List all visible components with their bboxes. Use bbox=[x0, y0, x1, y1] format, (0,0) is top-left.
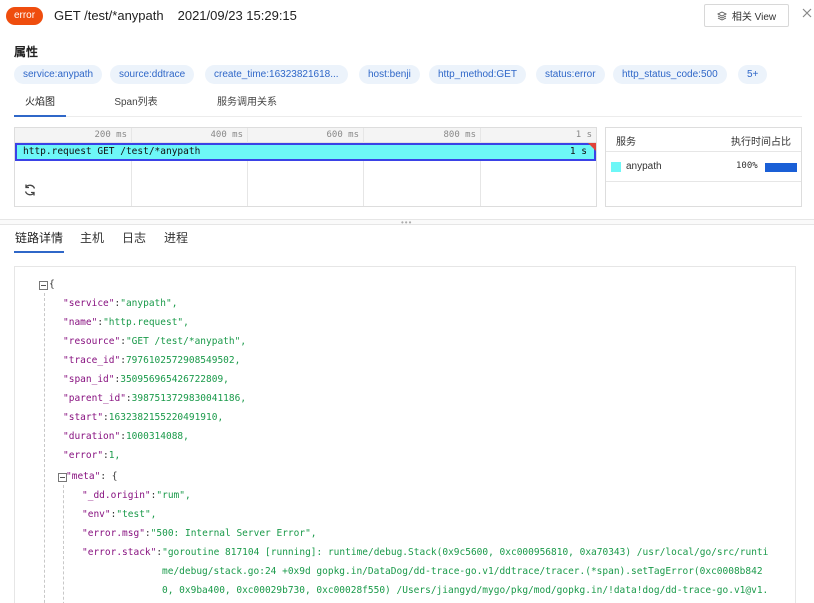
service-row[interactable]: anypath 100% bbox=[606, 152, 801, 182]
json-line: "duration":1000314088, bbox=[63, 431, 189, 442]
json-stack-continuation: 0, 0x9ba400, 0xc00029b730, 0xc00028f550)… bbox=[162, 585, 769, 596]
service-ratio-bar bbox=[765, 163, 797, 172]
error-marker-icon bbox=[588, 143, 596, 151]
col-service: 服务 bbox=[616, 137, 636, 148]
json-line: "name":"http.request", bbox=[63, 317, 189, 328]
json-line: "trace_id":7976102572908549502, bbox=[63, 355, 241, 366]
panel-resize-handle[interactable]: ••• bbox=[0, 218, 814, 227]
json-line: "error":1, bbox=[63, 450, 121, 461]
grip-icon: ••• bbox=[401, 218, 413, 227]
collapse-icon[interactable] bbox=[39, 281, 48, 290]
span-bar-label: http.request GET /test/*anypath bbox=[23, 146, 201, 157]
tab-span-list[interactable]: Span列表 bbox=[106, 91, 166, 117]
tab-trace-detail[interactable]: 链路详情 bbox=[14, 226, 64, 253]
service-table-header: 服务 执行时间占比 bbox=[606, 128, 801, 152]
tag-http-status-code[interactable]: http_status_code:500 bbox=[613, 65, 727, 84]
tag-http-method[interactable]: http_method:GET bbox=[429, 65, 526, 84]
status-badge: error bbox=[6, 7, 43, 25]
attributes-heading: 属性 bbox=[14, 45, 39, 59]
tab-flame-graph[interactable]: 火焰图 bbox=[14, 91, 66, 117]
json-line: "span_id":350956965426722809, bbox=[63, 374, 229, 385]
view-tabs: 火焰图 Span列表 服务调用关系 bbox=[14, 91, 802, 117]
json-line: "parent_id":3987513729830041186, bbox=[63, 393, 247, 404]
axis-tick: 400 ms bbox=[210, 130, 243, 140]
tag-source[interactable]: source:ddtrace bbox=[110, 65, 195, 84]
tab-logs[interactable]: 日志 bbox=[122, 226, 146, 253]
close-icon[interactable] bbox=[801, 7, 813, 19]
service-name: anypath bbox=[626, 161, 662, 172]
json-line: "start":1632382155220491910, bbox=[63, 412, 224, 423]
tag-more[interactable]: 5+ bbox=[738, 65, 768, 84]
tag-status[interactable]: status:error bbox=[536, 65, 605, 84]
json-line: "resource":"GET /test/*anypath", bbox=[63, 336, 247, 347]
tab-service-map[interactable]: 服务调用关系 bbox=[208, 91, 286, 117]
detail-tabs: 链路详情 主机 日志 进程 bbox=[0, 226, 814, 254]
json-line: "service":"anypath", bbox=[63, 298, 178, 309]
layers-icon bbox=[716, 10, 727, 21]
tag-create-time[interactable]: create_time:16323821618... bbox=[205, 65, 348, 84]
span-bar[interactable]: http.request GET /test/*anypath 1 s bbox=[15, 143, 596, 161]
refresh-icon[interactable] bbox=[23, 183, 37, 197]
page-title: GET /test/*anypath 2021/09/23 15:29:15 bbox=[54, 8, 297, 23]
flame-graph: 200 ms 400 ms 600 ms 800 ms 1 s http.req… bbox=[14, 127, 597, 207]
json-line: "_dd.origin":"rum", bbox=[82, 490, 191, 501]
axis-tick: 800 ms bbox=[443, 130, 476, 140]
tag-host[interactable]: host:benji bbox=[359, 65, 420, 84]
related-view-label: 相关 View bbox=[731, 12, 777, 23]
json-meta-line: "meta": { bbox=[66, 471, 118, 482]
trace-title: GET /test/*anypath bbox=[54, 8, 164, 23]
service-percent: 100% bbox=[736, 161, 758, 171]
json-stack-continuation: me/debug/stack.go:24 +0x9d gopkg.in/Data… bbox=[162, 566, 763, 577]
trace-header: error GET /test/*anypath 2021/09/23 15:29… bbox=[0, 0, 814, 34]
json-line: "error.stack":"goroutine 817104 [running… bbox=[82, 547, 769, 558]
axis-tick: 1 s bbox=[575, 130, 592, 140]
json-line: "env":"test", bbox=[82, 509, 157, 520]
json-viewer: { "service":"anypath", "name":"http.requ… bbox=[14, 266, 796, 603]
tag-service[interactable]: service:anypath bbox=[14, 65, 103, 84]
span-bar-duration: 1 s bbox=[569, 146, 587, 157]
related-view-button[interactable]: 相关 View bbox=[704, 4, 789, 27]
trace-timestamp: 2021/09/23 15:29:15 bbox=[177, 8, 297, 23]
json-line: "error.msg":"500: Internal Server Error"… bbox=[82, 528, 317, 539]
axis-tick: 600 ms bbox=[326, 130, 359, 140]
service-ratio-fill bbox=[765, 163, 797, 172]
axis-tick: 200 ms bbox=[94, 130, 127, 140]
json-open-brace: { bbox=[49, 279, 55, 290]
tab-host[interactable]: 主机 bbox=[80, 226, 104, 253]
service-color-swatch bbox=[611, 162, 621, 172]
tab-process[interactable]: 进程 bbox=[164, 226, 188, 253]
service-time-panel: 服务 执行时间占比 anypath 100% bbox=[605, 127, 802, 207]
col-ratio: 执行时间占比 bbox=[731, 137, 791, 148]
